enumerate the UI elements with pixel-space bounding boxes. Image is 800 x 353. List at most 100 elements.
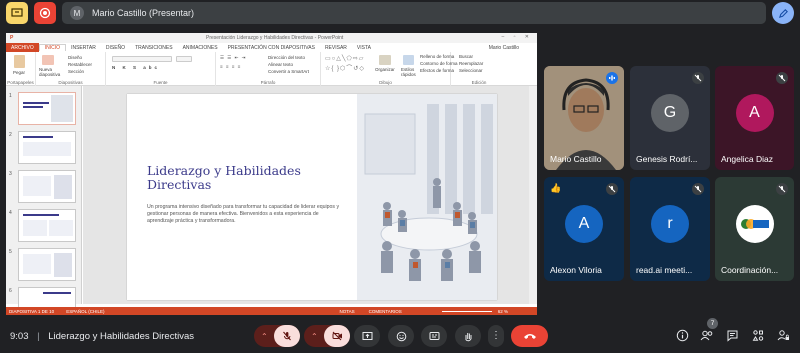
align-icons[interactable]: ≡ ≡ ≡ ≡ — [220, 64, 241, 69]
tab-presentacion[interactable]: PRESENTACIÓN CON DIAPOSITIVAS — [223, 45, 320, 51]
chat-button[interactable] — [726, 329, 739, 347]
stop-presenting-button[interactable] — [34, 2, 56, 24]
ppt-logo-icon: P — [10, 35, 14, 41]
slide-thumbnail-2[interactable] — [18, 131, 76, 164]
tab-vista[interactable]: VISTA — [352, 45, 376, 51]
participant-tile-1[interactable]: Mario Castillo — [544, 66, 624, 170]
efectos-forma-button[interactable]: Efectos de forma — [420, 68, 454, 73]
participant-name: Coordinación... — [721, 265, 779, 275]
estilos-rapidos-button[interactable]: Estilos rápidos — [401, 67, 417, 77]
raise-hand-button[interactable] — [455, 325, 481, 347]
group-label-portapapeles: Portapapeles — [7, 80, 34, 85]
info-icon — [676, 329, 689, 342]
mic-options-chevron-icon[interactable]: ⌃ — [261, 332, 268, 341]
font-name-select[interactable] — [112, 56, 172, 62]
status-zoom[interactable]: 62 % — [498, 309, 508, 314]
group-label-dibujo: Dibujo — [379, 80, 392, 85]
tab-archivo[interactable]: ARCHIVO — [6, 43, 39, 52]
participant-tile-3[interactable]: A Angelica Diaz — [715, 66, 794, 170]
lock-person-icon — [777, 330, 789, 341]
separator: | — [37, 331, 40, 342]
shapes-gallery-row2-icon[interactable]: ☆{ }⬡⌒↺◇ — [325, 63, 365, 72]
present-now-button[interactable] — [354, 325, 380, 347]
slide-thumbnail-1[interactable] — [18, 92, 76, 125]
tab-insertar[interactable]: INSERTAR — [66, 45, 101, 51]
seccion-button[interactable]: Sección — [68, 69, 84, 74]
tab-diseno[interactable]: DISEÑO — [101, 45, 130, 51]
slide-thumbnails-pane: 1 2 3 4 5 6 — [6, 86, 82, 315]
participant-tile-2[interactable]: G Genesis Rodrí... — [630, 66, 710, 170]
font-size-select[interactable] — [176, 56, 192, 62]
status-slide-of: DIAPOSITIVA 1 DE 10 — [9, 308, 55, 314]
buscar-button[interactable]: Buscar — [459, 54, 473, 59]
reactions-button[interactable] — [388, 325, 414, 347]
slide-thumbnail-3[interactable] — [18, 170, 76, 203]
office-meeting-image — [357, 94, 497, 300]
camera-options-chevron-icon[interactable]: ⌃ — [311, 332, 318, 341]
thumb-number: 3 — [9, 171, 12, 177]
alinear-texto-button[interactable]: Alinear texto — [268, 62, 293, 67]
activities-button[interactable] — [752, 329, 765, 347]
more-vert-icon: ⋮ — [491, 330, 501, 341]
hand-icon — [465, 332, 471, 341]
mic-control[interactable]: ⌃ — [254, 325, 300, 347]
status-language[interactable]: ESPAÑOL (CHILE) — [66, 309, 104, 314]
relleno-forma-button[interactable]: Relleno de forma — [420, 54, 454, 59]
status-notes[interactable]: NOTAS — [339, 309, 354, 314]
reemplazar-button[interactable]: Reemplazar — [459, 61, 483, 66]
pegar-button[interactable]: Pegar — [13, 70, 25, 75]
captions-icon — [429, 332, 439, 340]
presenter-avatar: M — [70, 6, 84, 20]
font-format-icons[interactable]: N K S abc — [112, 65, 160, 70]
group-edicion: Buscar Reemplazar Seleccionar Edición — [451, 52, 507, 86]
convertir-smartart-button[interactable]: Convertir a SmartArt — [268, 69, 309, 74]
slide-thumbnail-5[interactable] — [18, 248, 76, 281]
ppt-window-title: Presentación Liderazgo y Habilidades Dir… — [206, 35, 344, 41]
restablecer-button[interactable]: Restablecer — [68, 62, 92, 67]
direccion-texto-button[interactable]: Dirección del texto — [268, 55, 305, 60]
tab-animaciones[interactable]: ANIMACIONES — [178, 45, 223, 51]
arrange-icon — [379, 55, 391, 65]
shapes-gallery-icon[interactable]: ▭○△╲⬠⇨▱ — [325, 55, 364, 62]
slide-thumbnail-4[interactable] — [18, 209, 76, 242]
organizar-button[interactable]: Organizar — [375, 67, 395, 72]
participant-tile-5[interactable]: r read.ai meeti... — [630, 177, 710, 281]
camera-off-icon — [332, 331, 342, 341]
presentation-icon-button[interactable] — [6, 2, 28, 24]
more-options-button[interactable]: ⋮ — [488, 325, 504, 347]
group-label-parrafo: Párrafo — [260, 80, 276, 85]
diseno-button[interactable]: Diseño — [68, 55, 82, 60]
group-portapapeles: Pegar Portapapeles — [6, 52, 36, 86]
powerpoint-window: P Presentación Liderazgo y Habilidades D… — [6, 33, 537, 315]
vertical-scrollbar[interactable] — [529, 86, 537, 304]
avatar: G — [651, 93, 689, 132]
host-controls-button[interactable] — [777, 329, 790, 347]
mic-toggle-button[interactable] — [274, 325, 300, 347]
presenter-bar: M Mario Castillo (Presentar) — [62, 2, 766, 24]
participant-tile-4[interactable]: 👍 A Alexon Viloria — [544, 177, 624, 281]
slide-title[interactable]: Liderazgo y Habilidades Directivas — [147, 164, 327, 192]
camera-toggle-button[interactable] — [324, 325, 350, 347]
seleccionar-button[interactable]: Seleccionar — [459, 68, 483, 73]
group-fuente: N K S abc Fuente — [106, 52, 216, 86]
meeting-details-button[interactable] — [676, 329, 689, 347]
leave-call-button[interactable] — [511, 325, 548, 347]
camera-control[interactable]: ⌃ — [304, 325, 350, 347]
window-controls-icon[interactable]: ‒ ▫ ✕ — [501, 34, 533, 40]
status-comments[interactable]: COMENTARIOS — [369, 309, 402, 314]
captions-button[interactable] — [421, 325, 447, 347]
participant-tile-6[interactable]: Coordinación... — [715, 177, 794, 281]
edit-button[interactable] — [772, 2, 794, 24]
list-icons[interactable]: ☰ ☰ ⇤ ⇥ — [220, 55, 246, 61]
group-label-edicion: Edición — [471, 80, 487, 85]
ppt-user-name[interactable]: Mario Castillo — [484, 45, 537, 51]
tab-transiciones[interactable]: TRANSICIONES — [130, 45, 178, 51]
current-slide[interactable]: Liderazgo y Habilidades Directivas Un pr… — [127, 94, 497, 300]
nueva-diapositiva-button[interactable]: Nueva diapositiva — [39, 67, 61, 77]
people-button[interactable]: 7 — [700, 318, 718, 347]
tab-inicio[interactable]: INICIO — [38, 44, 67, 51]
tab-revisar[interactable]: REVISAR — [320, 45, 352, 51]
zoom-slider[interactable] — [441, 310, 492, 312]
ppt-statusbar: DIAPOSITIVA 1 DE 10 ESPAÑOL (CHILE) NOTA… — [6, 307, 537, 315]
slide-body-text[interactable]: Un programa intensivo diseñado para tran… — [147, 204, 342, 226]
